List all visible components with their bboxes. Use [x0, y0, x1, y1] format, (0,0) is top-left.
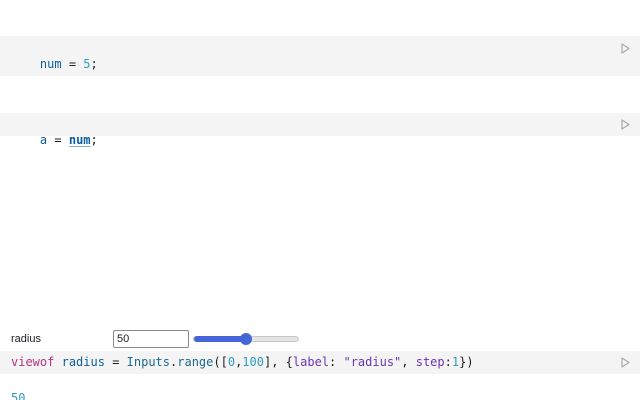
- radius-slider-fill: [194, 336, 246, 342]
- code-string: "radius": [343, 355, 402, 369]
- cell-3-editor[interactable]: viewof radius = Inputs.range([0,100], {l…: [0, 351, 640, 374]
- code-function: range: [177, 355, 214, 369]
- code-semicolon: ;: [90, 133, 98, 147]
- cell-3-output: 50: [11, 391, 26, 400]
- cell-2-editor[interactable]: a = num;: [0, 113, 640, 147]
- code-open: ([: [213, 355, 228, 369]
- cell-1-code[interactable]: num = 5;: [11, 40, 98, 71]
- code-name: num: [39, 57, 62, 71]
- code-object: Inputs: [126, 355, 171, 369]
- cell-1-editor[interactable]: num = 5;: [0, 36, 640, 76]
- cell-2-code[interactable]: a = num;: [11, 116, 98, 147]
- cell-1-output: num = 5: [11, 17, 76, 48]
- code-keyword: viewof: [11, 355, 55, 369]
- code-name: a: [39, 133, 48, 147]
- run-cell-3-button[interactable]: [620, 356, 630, 368]
- play-outline-icon: [620, 42, 630, 54]
- run-cell-2-button[interactable]: [620, 118, 630, 130]
- cell-3-code[interactable]: viewof radius = Inputs.range([0,100], {l…: [11, 354, 474, 370]
- code-prop-label: label: [292, 355, 330, 369]
- radius-number-field[interactable]: [113, 330, 189, 348]
- code-equals: =: [112, 355, 120, 369]
- code-equals: =: [68, 57, 77, 71]
- run-cell-1-button[interactable]: [620, 42, 630, 54]
- code-colon: :: [444, 355, 452, 369]
- code-step: 1: [451, 355, 460, 369]
- code-semicolon: ;: [90, 57, 98, 71]
- cell-2-output: a = 5: [11, 94, 61, 125]
- radius-label: radius: [11, 333, 41, 345]
- code-equals: =: [54, 133, 62, 147]
- code-reference: num: [68, 133, 91, 147]
- code-name: radius: [61, 355, 105, 369]
- radius-slider[interactable]: [193, 333, 299, 345]
- play-outline-icon: [620, 356, 630, 368]
- code-min: 0: [227, 355, 236, 369]
- code-separator: ,: [401, 355, 416, 369]
- radius-slider-thumb[interactable]: [240, 333, 252, 345]
- code-close-array: ], {: [263, 355, 293, 369]
- code-max: 100: [242, 355, 264, 369]
- code-prop-step: step: [415, 355, 445, 369]
- radius-range-input: radius: [11, 330, 311, 350]
- code-close: }): [459, 355, 474, 369]
- code-value: 5: [83, 57, 91, 71]
- code-colon: :: [329, 355, 344, 369]
- play-outline-icon: [620, 118, 630, 130]
